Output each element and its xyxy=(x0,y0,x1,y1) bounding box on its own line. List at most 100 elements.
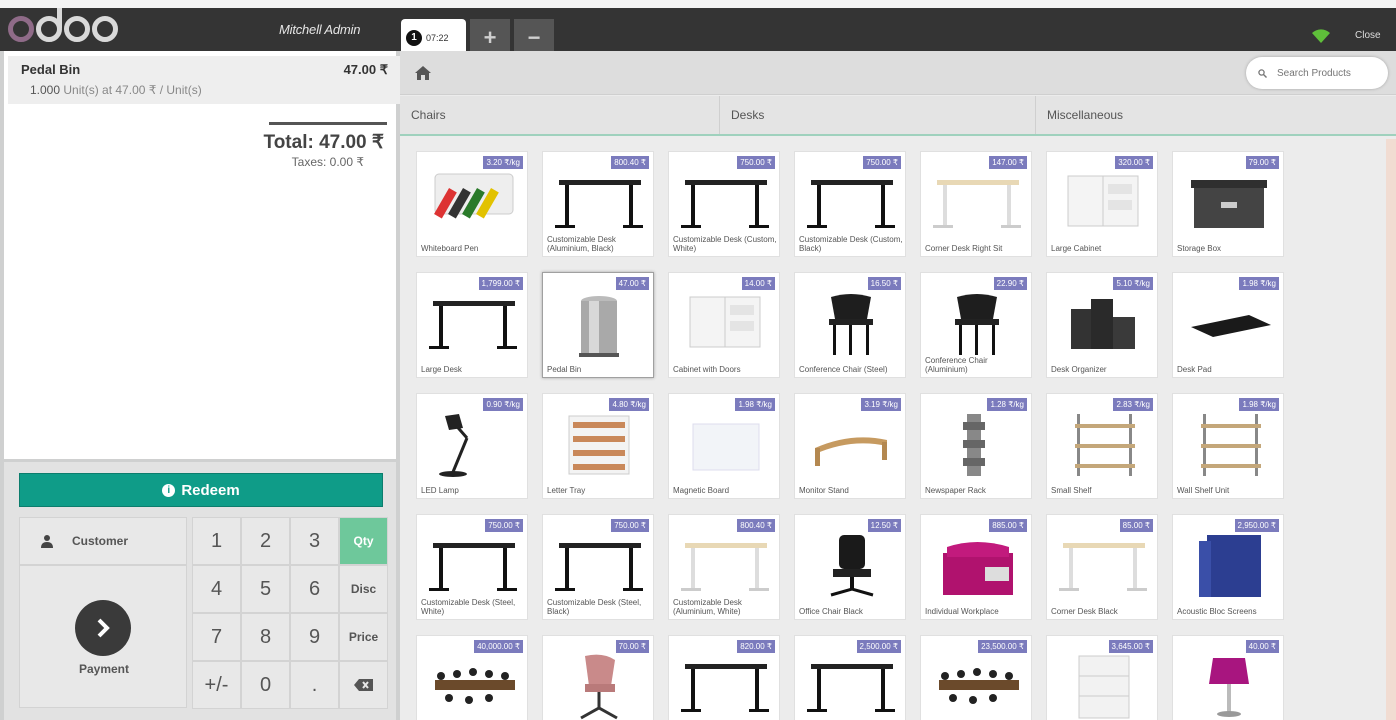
backspace-button[interactable] xyxy=(339,661,388,709)
product-price: 12.50 ₹ xyxy=(867,519,901,532)
product-price: 885.00 ₹ xyxy=(989,519,1027,532)
customer-button[interactable]: Customer xyxy=(19,517,187,565)
product-card[interactable]: 1.98 ₹/kg Wall Shelf Unit xyxy=(1172,393,1284,499)
product-card[interactable]: 23,500.00 ₹ xyxy=(920,635,1032,720)
redeem-button[interactable]: i Redeem xyxy=(19,473,383,507)
product-name: LED Lamp xyxy=(421,486,459,495)
product-card[interactable]: 12.50 ₹ Office Chair Black xyxy=(794,514,906,620)
pos-app: odoo Mitchell Admin 1 07:22 + − Close Pe… xyxy=(0,0,1396,720)
numpad-key-5[interactable]: 5 xyxy=(241,565,290,613)
product-name: Large Desk xyxy=(421,365,462,374)
product-card[interactable]: 0.90 ₹/kg LED Lamp xyxy=(416,393,528,499)
product-card[interactable]: 2,500.00 ₹ xyxy=(794,635,906,720)
close-button[interactable]: Close xyxy=(1355,30,1381,41)
product-card[interactable]: 750.00 ₹ Customizable Desk (Custom, Black… xyxy=(794,151,906,257)
product-card[interactable]: 885.00 ₹ Individual Workplace xyxy=(920,514,1032,620)
product-card[interactable]: 5.10 ₹/kg Desk Organizer xyxy=(1046,272,1158,378)
category-desks[interactable]: Desks xyxy=(720,96,1036,134)
product-card[interactable]: 320.00 ₹ Large Cabinet xyxy=(1046,151,1158,257)
chair-icon xyxy=(955,294,999,355)
numpad-key-9[interactable]: 9 xyxy=(290,613,339,661)
product-card[interactable]: 750.00 ₹ Customizable Desk (Steel, White) xyxy=(416,514,528,620)
lamp-icon xyxy=(439,414,469,477)
product-price: 85.00 ₹ xyxy=(1119,519,1153,532)
numpad-key-2[interactable]: 2 xyxy=(241,517,290,565)
product-card[interactable]: 3.20 ₹/kg Whiteboard Pen xyxy=(416,151,528,257)
product-card[interactable]: 1,799.00 ₹ Large Desk xyxy=(416,272,528,378)
product-name: Desk Pad xyxy=(1177,365,1212,374)
product-price: 16.50 ₹ xyxy=(867,277,901,290)
product-card[interactable]: 14.00 ₹ Cabinet with Doors xyxy=(668,272,780,378)
product-card[interactable]: 70.00 ₹ xyxy=(542,635,654,720)
product-card[interactable]: 3.19 ₹/kg Monitor Stand xyxy=(794,393,906,499)
category-chairs[interactable]: Chairs xyxy=(400,96,720,134)
desk-icon xyxy=(681,180,769,228)
product-name: Office Chair Black xyxy=(799,607,863,616)
numpad-key-8[interactable]: 8 xyxy=(241,613,290,661)
pad-icon xyxy=(1191,315,1271,337)
order-number: 1 xyxy=(406,29,422,46)
product-card[interactable]: 800.40 ₹ Customizable Desk (Aluminium, Wh… xyxy=(668,514,780,620)
conference-icon xyxy=(939,668,1019,704)
product-name: Corner Desk Right Sit xyxy=(925,244,1003,253)
product-card[interactable]: 1.98 ₹/kg Desk Pad xyxy=(1172,272,1284,378)
product-card[interactable]: 750.00 ₹ Customizable Desk (Steel, Black) xyxy=(542,514,654,620)
search-box[interactable] xyxy=(1246,57,1388,89)
payment-button[interactable]: Payment xyxy=(19,565,187,708)
desk-light-icon xyxy=(933,180,1021,228)
product-card[interactable]: 4.80 ₹/kg Letter Tray xyxy=(542,393,654,499)
product-card[interactable]: 800.40 ₹ Customizable Desk (Aluminium, Bl… xyxy=(542,151,654,257)
top-bar: odoo Mitchell Admin 1 07:22 + − Close xyxy=(0,8,1396,56)
box-icon xyxy=(1191,180,1267,228)
product-card[interactable]: 40,000.00 ₹ xyxy=(416,635,528,720)
product-name: Whiteboard Pen xyxy=(421,244,479,253)
breadcrumb xyxy=(400,51,1396,95)
numpad-key-7[interactable]: 7 xyxy=(192,613,241,661)
product-card[interactable]: 2,950.00 ₹ Acoustic Bloc Screens xyxy=(1172,514,1284,620)
product-price: 1.98 ₹/kg xyxy=(1239,277,1279,290)
product-price: 750.00 ₹ xyxy=(737,156,775,169)
product-name: Customizable Desk (Steel, White) xyxy=(421,598,516,616)
search-input[interactable] xyxy=(1277,67,1377,79)
rack-icon xyxy=(963,414,985,476)
product-card[interactable]: 147.00 ₹ Corner Desk Right Sit xyxy=(920,151,1032,257)
product-card[interactable]: 820.00 ₹ xyxy=(668,635,780,720)
product-card[interactable]: 79.00 ₹ Storage Box xyxy=(1172,151,1284,257)
category-miscellaneous[interactable]: Miscellaneous xyxy=(1036,96,1396,134)
numpad-key-3[interactable]: 3 xyxy=(290,517,339,565)
scrollbar[interactable] xyxy=(1386,139,1396,720)
mode-disc-button[interactable]: Disc xyxy=(339,565,388,613)
product-card[interactable]: 3,645.00 ₹ xyxy=(1046,635,1158,720)
mode-qty-button[interactable]: Qty xyxy=(339,517,388,565)
product-card[interactable]: 85.00 ₹ Corner Desk Black xyxy=(1046,514,1158,620)
product-card[interactable]: 16.50 ₹ Conference Chair (Steel) xyxy=(794,272,906,378)
product-price: 79.00 ₹ xyxy=(1245,156,1279,169)
product-price: 750.00 ₹ xyxy=(611,519,649,532)
user-name[interactable]: Mitchell Admin xyxy=(279,22,360,37)
pink-chair-icon xyxy=(580,654,618,720)
product-card[interactable]: 1.28 ₹/kg Newspaper Rack xyxy=(920,393,1032,499)
numpad-key-1[interactable]: 1 xyxy=(192,517,241,565)
product-card[interactable]: 22.90 ₹ Conference Chair (Aluminium) xyxy=(920,272,1032,378)
product-name: Customizable Desk (Custom, Black) xyxy=(799,235,903,253)
product-card[interactable]: 1.98 ₹/kg Magnetic Board xyxy=(668,393,780,499)
numpad-key-sign[interactable]: +/- xyxy=(192,661,241,709)
numpad-key-dot[interactable]: . xyxy=(290,661,339,709)
desk-icon xyxy=(555,543,643,591)
numpad-key-6[interactable]: 6 xyxy=(290,565,339,613)
order-line[interactable]: Pedal Bin 47.00 ₹ 1.000 Unit(s) at 47.00… xyxy=(8,56,400,104)
product-price: 22.90 ₹ xyxy=(993,277,1027,290)
numpad-key-0[interactable]: 0 xyxy=(241,661,290,709)
product-card[interactable]: 2.83 ₹/kg Small Shelf xyxy=(1046,393,1158,499)
product-name: Desk Organizer xyxy=(1051,365,1107,374)
product-card[interactable]: 40.00 ₹ xyxy=(1172,635,1284,720)
browser-edge xyxy=(0,0,1396,8)
desk-icon xyxy=(555,180,643,228)
product-card[interactable]: 750.00 ₹ Customizable Desk (Custom, White… xyxy=(668,151,780,257)
home-icon[interactable] xyxy=(414,65,432,81)
product-card[interactable]: 47.00 ₹ Pedal Bin xyxy=(542,272,654,378)
mode-price-button[interactable]: Price xyxy=(339,613,388,661)
board-icon xyxy=(692,423,760,471)
product-name: Letter Tray xyxy=(547,486,586,495)
numpad-key-4[interactable]: 4 xyxy=(192,565,241,613)
